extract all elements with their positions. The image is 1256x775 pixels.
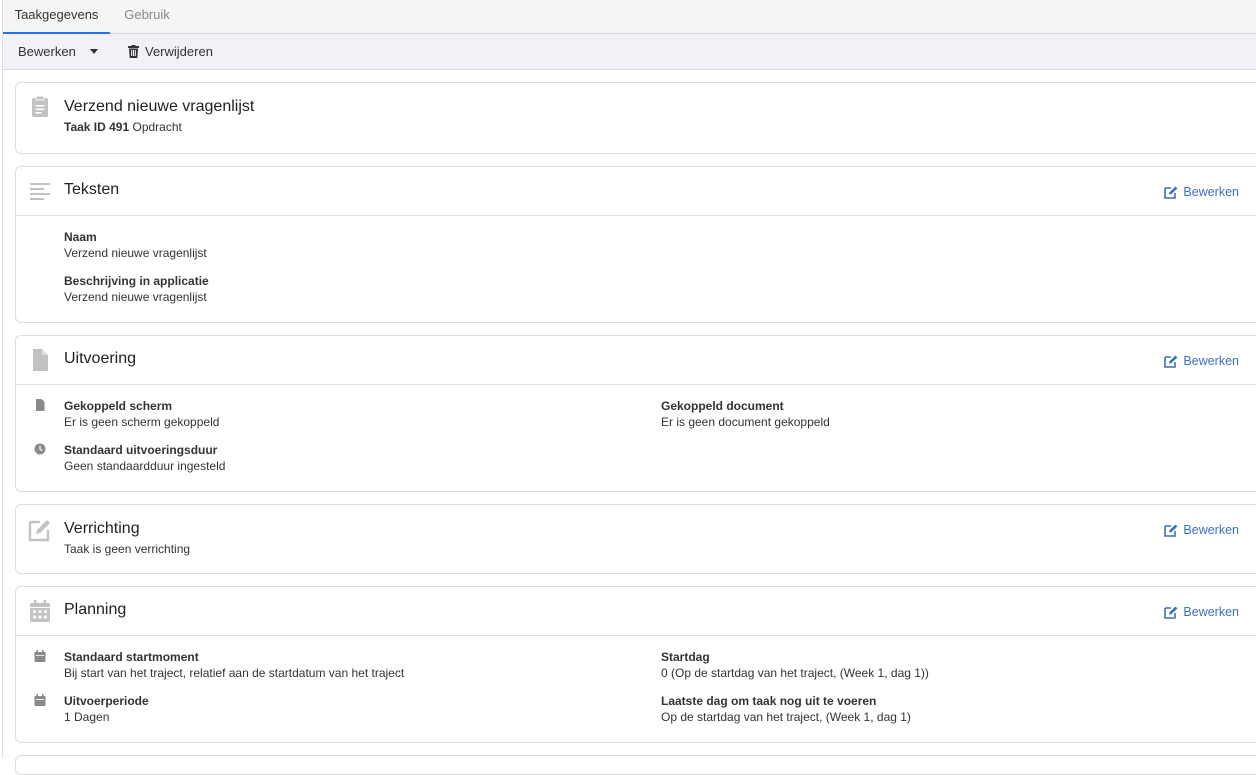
uitvoering-edit-link[interactable]: Bewerken [1164, 354, 1239, 368]
planning-title: Planning [64, 601, 127, 618]
field-label: Naam [64, 230, 97, 244]
calendar-icon [30, 600, 50, 622]
field-label: Startdag [661, 650, 710, 664]
next-card-partial [15, 755, 1256, 775]
calendar-small-icon [34, 650, 46, 662]
delete-button[interactable]: Verwijderen [128, 34, 213, 69]
task-title: Verzend nieuwe vragenlijst [64, 98, 255, 115]
field-value: 0 (Op de startdag van het traject, (Week… [661, 666, 929, 680]
planning-edit-link[interactable]: Bewerken [1164, 605, 1239, 619]
edit-icon [1164, 355, 1178, 368]
trash-icon [128, 45, 139, 58]
field-naam: Naam Verzend nieuwe vragenlijst [64, 229, 207, 261]
field-uitvoeringsduur: Standaard uitvoeringsduur Geen standaard… [64, 442, 225, 474]
field-value: 1 Dagen [64, 710, 110, 724]
teksten-title: Teksten [64, 181, 120, 198]
text-lines-icon [30, 183, 50, 200]
field-value: Geen standaardduur ingesteld [64, 459, 226, 473]
verrichting-card: Verrichting Taak is geen verrichting Bew… [15, 504, 1256, 574]
verrichting-edit-link[interactable]: Bewerken [1164, 523, 1239, 537]
verrichting-edit-label: Bewerken [1183, 523, 1239, 537]
field-value: Verzend nieuwe vragenlijst [64, 290, 207, 304]
field-value: Bij start van het traject, relatief aan … [64, 666, 405, 680]
clock-icon [34, 443, 46, 455]
planning-header: Planning Bewerken [16, 587, 1256, 636]
field-label: Beschrijving in applicatie [64, 274, 209, 288]
teksten-card: Teksten Bewerken Naam Verzend nieuwe vra… [15, 166, 1256, 323]
field-label: Standaard uitvoeringsduur [64, 443, 218, 457]
task-id: Taak ID 491 [64, 120, 130, 134]
field-standaard-startmoment: Standaard startmoment Bij start van het … [64, 649, 404, 681]
uitvoering-edit-label: Bewerken [1183, 354, 1239, 368]
field-laatste-dag: Laatste dag om taak nog uit te voeren Op… [661, 693, 911, 725]
file-icon [36, 399, 45, 411]
verrichting-title: Verrichting [64, 520, 140, 537]
uitvoering-header: Uitvoering Bewerken [16, 336, 1256, 385]
clipboard-icon [32, 95, 48, 117]
tab-bar: Taakgegevens Gebruik [3, 0, 1256, 34]
field-label: Laatste dag om taak nog uit te voeren [661, 694, 877, 708]
left-border [2, 0, 3, 758]
field-label: Uitvoerperiode [64, 694, 149, 708]
teksten-edit-label: Bewerken [1183, 185, 1239, 199]
planning-card: Planning Bewerken Standaard startmoment … [15, 586, 1256, 743]
task-type: Opdracht [132, 120, 182, 134]
field-uitvoerperiode: Uitvoerperiode 1 Dagen [64, 693, 149, 725]
field-value: Verzend nieuwe vragenlijst [64, 246, 207, 260]
field-value: Er is geen scherm gekoppeld [64, 415, 220, 429]
document-icon [33, 349, 48, 371]
calendar-small-icon [34, 694, 46, 706]
edit-dropdown-button[interactable]: Bewerken [18, 34, 98, 69]
edit-dropdown-label: Bewerken [18, 44, 76, 59]
task-meta: Taak ID 491 Opdracht [64, 120, 182, 134]
delete-label: Verwijderen [145, 44, 213, 59]
caret-down-icon [89, 49, 98, 54]
edit-icon [1164, 606, 1178, 619]
field-value: Op de startdag van het traject, (Week 1,… [661, 710, 911, 724]
field-value: Er is geen document gekoppeld [661, 415, 830, 429]
tab-gebruik[interactable]: Gebruik [110, 0, 184, 34]
field-label: Gekoppeld document [661, 399, 784, 413]
field-label: Gekoppeld scherm [64, 399, 173, 413]
teksten-edit-link[interactable]: Bewerken [1164, 185, 1239, 199]
pencil-square-icon [28, 520, 50, 542]
toolbar: Bewerken Verwijderen [3, 34, 1256, 70]
planning-edit-label: Bewerken [1183, 605, 1239, 619]
verrichting-value: Taak is geen verrichting [64, 542, 191, 556]
uitvoering-title: Uitvoering [64, 350, 137, 367]
field-gekoppeld-document: Gekoppeld document Er is geen document g… [661, 398, 830, 430]
field-label: Standaard startmoment [64, 650, 199, 664]
field-beschrijving: Beschrijving in applicatie Verzend nieuw… [64, 273, 209, 305]
edit-icon [1164, 186, 1178, 199]
teksten-header: Teksten Bewerken [16, 167, 1256, 216]
uitvoering-card: Uitvoering Bewerken Gekoppeld scherm Er … [15, 335, 1256, 492]
tab-taakgegevens[interactable]: Taakgegevens [3, 0, 110, 34]
field-startdag: Startdag 0 (Op de startdag van het traje… [661, 649, 929, 681]
edit-icon [1164, 524, 1178, 537]
task-summary-card: Verzend nieuwe vragenlijst Taak ID 491 O… [15, 82, 1256, 154]
field-gekoppeld-scherm: Gekoppeld scherm Er is geen scherm gekop… [64, 398, 219, 430]
